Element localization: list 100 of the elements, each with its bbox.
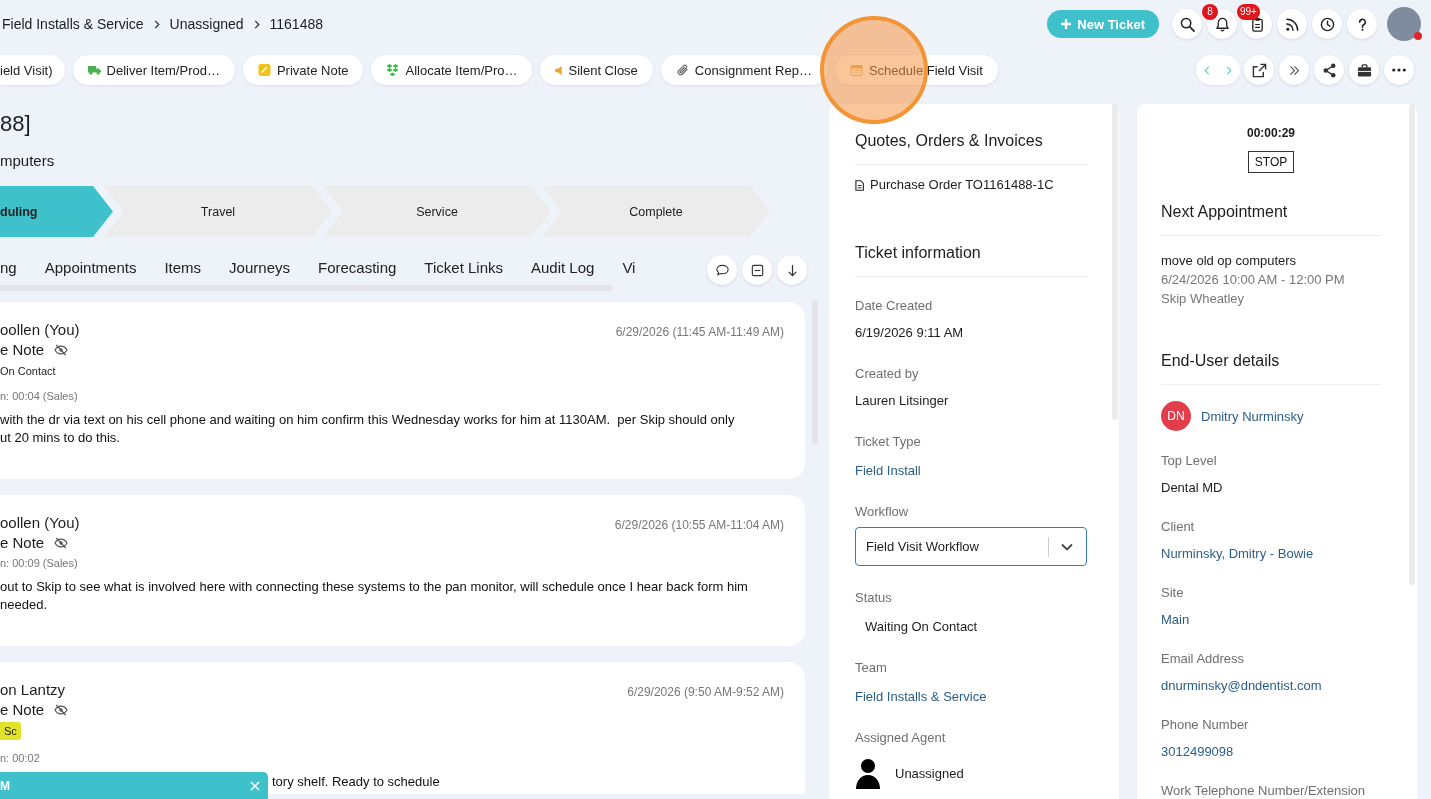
field-label: Site (1161, 585, 1185, 601)
field-value: Dental MD (1161, 479, 1224, 497)
ticket-title: 88] (0, 110, 32, 138)
field-link[interactable]: Field Installs & Service (855, 688, 1087, 706)
note-author: on Lantzy (0, 680, 66, 700)
external-link-icon (1251, 62, 1267, 78)
tab[interactable]: Audit Log (531, 250, 595, 284)
pipeline-stage[interactable]: Complete (542, 186, 770, 237)
note-type: e Note (0, 533, 45, 553)
sticky-note-icon (257, 64, 271, 76)
paperclip-icon (675, 64, 689, 76)
action-button[interactable]: Private Note (242, 55, 364, 85)
share-icon (1321, 62, 1337, 78)
document-icon (855, 179, 864, 191)
share-button[interactable] (1314, 55, 1344, 85)
agent-name: Unassigned (895, 766, 964, 781)
note-date: 6/29/2026 (11:45 AM-11:49 AM) (615, 324, 784, 340)
minus-square-icon (749, 262, 765, 278)
workflow-select[interactable]: Field Visit Workflow (855, 527, 1087, 566)
speaker-icon (555, 64, 563, 76)
field-label: Email Address (1161, 651, 1246, 667)
field-link[interactable]: dnurminsky@dndentist.com (1161, 677, 1381, 695)
note-body: tory shelf. Ready to schedule (272, 773, 440, 791)
section-title: End-User details (1161, 351, 1281, 371)
note-author: oollen (You) (0, 320, 80, 340)
chevron-right-icon (253, 19, 260, 29)
person-icon (855, 758, 881, 789)
tab[interactable]: Ticket Links (424, 250, 503, 284)
note-date: 6/29/2026 (9:50 AM-9:52 AM) (627, 684, 784, 700)
user-avatar[interactable] (1387, 7, 1421, 41)
action-button[interactable]: Allocate Item/Pro… (371, 55, 533, 85)
action-button[interactable]: Deliver Item/Prod… (72, 55, 235, 85)
clipboard-icon (1249, 16, 1265, 32)
rss-icon (1284, 16, 1300, 32)
pipeline-stage[interactable]: Travel (104, 186, 332, 237)
notifications-button[interactable] (1207, 9, 1237, 39)
field-value: Lauren Litsinger (855, 392, 950, 410)
more-icon (1392, 68, 1406, 72)
field-label: Client (1161, 519, 1196, 535)
field-link[interactable]: Field Install (855, 462, 1087, 480)
note-body: out to Skip to see what is involved here with connecting these systems to the pan monitor, will schedule once I hear back form him needed. (0, 578, 748, 614)
double-chevron-icon (1287, 63, 1301, 77)
tab[interactable]: Vi (622, 250, 636, 284)
user-name-link[interactable]: Dmitry Nurminsky (1201, 408, 1304, 424)
field-link[interactable]: 3012499098 (1161, 743, 1381, 761)
tab[interactable]: ng (0, 250, 17, 284)
field-label: Assigned Agent (855, 730, 947, 746)
action-button[interactable]: Consignment Rep… (660, 55, 827, 85)
help-button[interactable] (1347, 9, 1377, 39)
field-label: Work Telephone Number/Extension (1161, 783, 1367, 799)
field-link[interactable]: Nurminsky, Dmitry - Bowie (1161, 545, 1381, 563)
scroll-down-button[interactable] (777, 255, 807, 285)
bell-icon (1214, 16, 1230, 32)
action-button[interactable]: Silent Close (540, 55, 653, 85)
time-spent: n: 00:02 (0, 751, 40, 765)
tab[interactable]: Forecasting (318, 250, 397, 284)
breadcrumb-link[interactable]: Field Installs & Service (2, 16, 144, 32)
note-date: 6/29/2026 (10:55 AM-11:04 AM) (614, 517, 784, 533)
pipeline-stage[interactable]: duling (0, 186, 113, 237)
open-external-button[interactable] (1244, 55, 1274, 85)
tab[interactable]: Appointments (44, 250, 137, 284)
notification-badge: 8 (1202, 4, 1218, 20)
timer-display: 00:00:29 (1245, 125, 1296, 141)
section-title: Ticket information (855, 243, 982, 263)
field-label: Team (855, 660, 888, 676)
field-label: Date Created (855, 298, 934, 314)
briefcase-button[interactable] (1349, 55, 1379, 85)
ticket-subtitle: mputers (0, 151, 56, 171)
initials-avatar: DN (1161, 401, 1191, 431)
breadcrumb-link[interactable]: 1161488 (269, 16, 323, 32)
search-button[interactable] (1172, 9, 1202, 39)
note-body: with the dr via text on his cell phone and waiting on him confirm this Wednesday works for him at 1130AM. per Skip should only ut 20 mins to do this. (0, 411, 735, 447)
task-badge: 99+ (1237, 4, 1260, 20)
field-link[interactable]: Main (1161, 611, 1381, 629)
stop-button[interactable]: STOP (1247, 151, 1295, 173)
note-author: oollen (You) (0, 513, 80, 533)
breadcrumb-link[interactable]: Unassigned (169, 16, 244, 32)
tab[interactable]: Journeys (229, 250, 290, 284)
note-type: e Note (0, 340, 45, 360)
calendar-icon (849, 64, 863, 76)
history-button[interactable] (1312, 9, 1342, 39)
comment-button[interactable] (707, 255, 737, 285)
field-label: Phone Number (1161, 717, 1250, 733)
tab[interactable]: Items (164, 250, 202, 284)
field-value: 6/19/2026 9:11 AM (855, 324, 965, 342)
appointment-subject: move old op computers (1161, 252, 1298, 270)
field-label: Created by (855, 366, 920, 382)
status-value: Waiting On Contact (864, 618, 979, 636)
note-status: On Contact (0, 364, 56, 378)
forward-button[interactable] (1279, 55, 1309, 85)
boxes-icon (386, 64, 400, 76)
pipeline-stage[interactable]: Service (323, 186, 551, 237)
action-button[interactable]: ield Visit) (0, 55, 65, 85)
document-link[interactable]: Purchase Order TO1161488-1C (870, 176, 1054, 194)
collapse-button[interactable] (742, 255, 772, 285)
chevron-down-icon (1061, 542, 1073, 551)
appointment-agent: Skip Wheatley (1161, 290, 1246, 308)
truck-icon (87, 64, 101, 76)
briefcase-icon (1356, 62, 1372, 78)
feed-button[interactable] (1277, 9, 1307, 39)
